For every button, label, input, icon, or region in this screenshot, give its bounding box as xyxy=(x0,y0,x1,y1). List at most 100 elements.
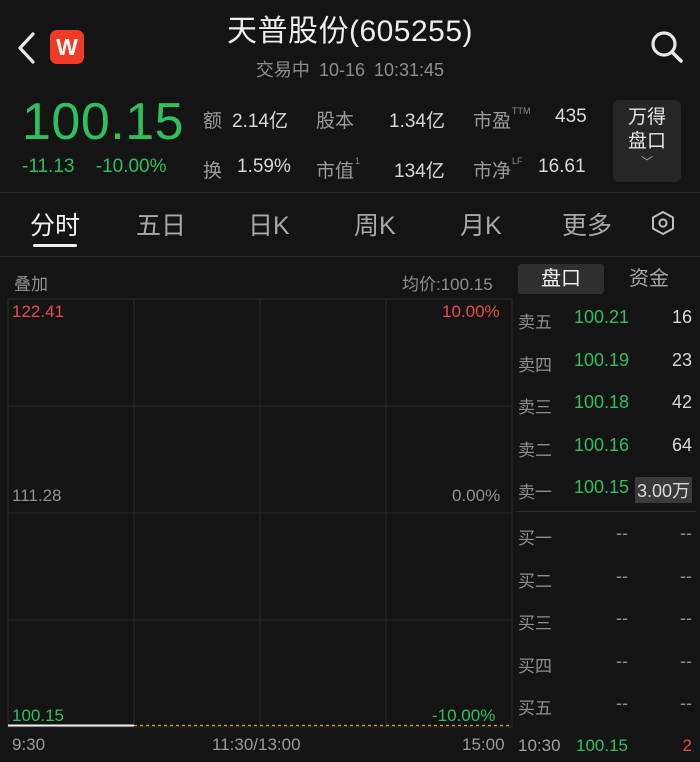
level-name: 卖四 xyxy=(518,355,552,375)
tab-weekly-k[interactable]: 周K xyxy=(354,206,396,242)
tab-five-day[interactable]: 五日 xyxy=(136,206,186,242)
wind-orderbook-line1: 万得 xyxy=(627,107,666,128)
level-name: 买二 xyxy=(518,571,552,591)
level-price: -- xyxy=(616,565,628,586)
level-volume: -- xyxy=(680,650,692,671)
level-price: -- xyxy=(616,693,628,714)
ask-row[interactable]: 卖五 100.21 16 xyxy=(516,298,700,338)
ask-row[interactable]: 卖四 100.19 23 xyxy=(516,341,700,381)
tab-fund-flow[interactable]: 资金 xyxy=(606,264,692,294)
search-button[interactable] xyxy=(648,28,686,66)
divider xyxy=(0,192,700,193)
level-name: 买五 xyxy=(518,699,552,719)
avg-price-label: 均价:100.15 xyxy=(402,275,493,294)
level-name: 卖五 xyxy=(518,313,552,332)
stock-title: 天普股份(605255) xyxy=(226,15,474,48)
level-price: -- xyxy=(616,650,628,671)
level-price: -- xyxy=(616,608,628,629)
level-volume: -- xyxy=(680,608,692,629)
y-right-mid: 0.00% xyxy=(452,486,501,505)
tick-volume: 2 xyxy=(682,736,692,755)
x-label-start: 9:30 xyxy=(12,735,46,754)
last-tick-row: 10:30 100.15 2 xyxy=(516,736,700,762)
ask-row[interactable]: 卖二 100.16 64 xyxy=(516,426,700,466)
level-name: 买四 xyxy=(518,656,552,676)
tab-daily-k[interactable]: 日K xyxy=(248,206,290,242)
market-cap-label: 市值1 xyxy=(316,156,361,182)
x-label-mid: 11:30/13:00 xyxy=(212,735,301,754)
y-right-bottom: -10.00% xyxy=(432,706,496,725)
level-name: 卖三 xyxy=(518,398,552,418)
amount-label: 额 xyxy=(203,111,223,132)
level-price: 100.18 xyxy=(574,392,630,413)
level-price: 100.15 xyxy=(574,477,630,498)
level-volume: 3.00万 xyxy=(634,477,692,504)
search-icon xyxy=(651,31,683,63)
ask-row[interactable]: 卖一 100.15 3.00万 xyxy=(516,468,700,508)
level-volume: 16 xyxy=(671,307,692,327)
tab-orderbook[interactable]: 盘口 xyxy=(518,264,604,294)
level-volume: -- xyxy=(680,523,692,543)
y-left-mid: 111.28 xyxy=(12,486,62,505)
bid-row[interactable]: 买五 -- -- xyxy=(516,684,700,724)
pe-label: 市盈TTM xyxy=(473,106,531,132)
overlay-button[interactable]: 叠加 xyxy=(14,270,48,295)
pe-value: 435 xyxy=(555,106,587,127)
x-label-end: 15:00 xyxy=(462,735,505,754)
level-price: 100.19 xyxy=(574,349,630,370)
quote-panel: 100.15 -11.13 -10.00% 额 2.14亿 股本 1.34亿 市… xyxy=(0,92,700,192)
bid-row[interactable]: 买四 -- -- xyxy=(516,642,700,682)
period-tabs: 分时 五日 日K 周K 月K 更多 xyxy=(0,194,700,254)
market-cap-value: 134亿 xyxy=(394,161,445,182)
level-volume: 23 xyxy=(671,349,692,370)
y-left-bottom: 100.15 xyxy=(12,706,64,725)
status-text: 交易中 xyxy=(255,60,310,80)
tick-time: 10:30 xyxy=(518,736,561,755)
header: W 天普股份(605255) 交易中 10-16 10:31:45 xyxy=(0,0,700,90)
level-volume: -- xyxy=(680,565,692,586)
active-tab-indicator xyxy=(33,244,77,247)
tick-price: 100.15 xyxy=(576,736,628,755)
y-left-top: 122.41 xyxy=(12,302,64,321)
y-right-top: 10.00% xyxy=(442,302,500,321)
level-price: -- xyxy=(616,523,628,543)
level-volume: 64 xyxy=(671,434,692,455)
level-volume: 42 xyxy=(671,392,692,413)
pb-value: 16.61 xyxy=(538,156,586,177)
status-time: 10:31:45 xyxy=(374,60,445,80)
share-capital-label: 股本 xyxy=(316,111,355,132)
level-volume: -- xyxy=(680,693,692,714)
change-amount: -11.13 xyxy=(22,156,75,177)
wind-orderbook-button[interactable]: 万得 盘口 ﹀ xyxy=(613,100,681,182)
chevron-down-icon: ﹀ xyxy=(640,155,653,169)
change-percent: -10.00% xyxy=(95,156,167,177)
level-price: 100.21 xyxy=(574,307,630,327)
level-name: 卖二 xyxy=(518,440,552,460)
bid-row[interactable]: 买三 -- -- xyxy=(516,599,700,639)
ask-row[interactable]: 卖三 100.18 42 xyxy=(516,383,700,423)
tab-monthly-k[interactable]: 月K xyxy=(460,206,502,242)
trading-status: 交易中 10-16 10:31:45 xyxy=(0,56,700,82)
amount-value: 2.14亿 xyxy=(232,111,288,132)
hexagon-settings-icon xyxy=(652,210,674,236)
intraday-chart[interactable] xyxy=(0,296,516,736)
orderbook-divider xyxy=(516,511,696,512)
wind-orderbook-line2: 盘口 xyxy=(627,131,666,152)
tab-more[interactable]: 更多 xyxy=(562,206,612,242)
orderbook-tabs: 盘口 资金 xyxy=(518,264,694,296)
level-name: 买一 xyxy=(518,529,552,548)
chart-settings-button[interactable] xyxy=(650,210,676,236)
turnover-value: 1.59% xyxy=(237,156,291,177)
pb-label: 市净LF xyxy=(473,156,523,182)
level-name: 买三 xyxy=(518,614,552,634)
level-price: 100.16 xyxy=(574,434,630,455)
tab-intraday[interactable]: 分时 xyxy=(30,206,80,242)
price-change: -11.13 -10.00% xyxy=(22,156,167,178)
divider xyxy=(0,256,700,257)
bid-row[interactable]: 买一 -- -- xyxy=(516,514,700,554)
bid-row[interactable]: 买二 -- -- xyxy=(516,557,700,597)
level-name: 卖一 xyxy=(518,483,552,503)
share-capital-value: 1.34亿 xyxy=(389,111,445,132)
current-price: 100.15 xyxy=(22,93,185,151)
turnover-label: 换 xyxy=(203,161,223,182)
